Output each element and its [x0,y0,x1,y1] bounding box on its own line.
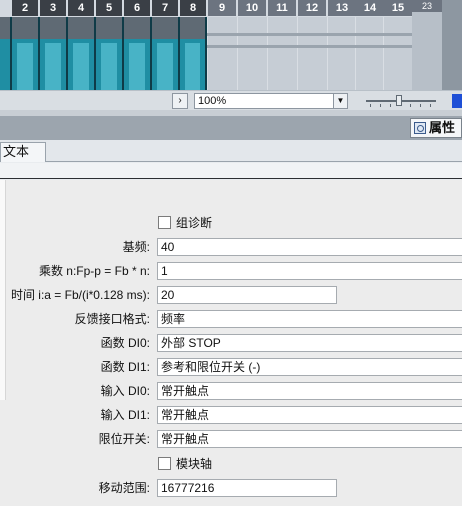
zoom-tick [380,104,381,107]
module-slot-7[interactable] [152,17,180,90]
slot-header-10[interactable]: 10 [238,0,266,16]
rack-rail-top [207,33,412,36]
empty-slot-13[interactable] [327,17,355,90]
slot-header-3[interactable]: 3 [40,0,66,16]
module-slot-1[interactable] [0,17,12,90]
input-di0-label: 输入 DI0: [100,384,150,398]
limit-switch-label: 限位开关: [98,432,150,446]
tab-properties-label: 属性 [429,120,456,135]
slot-header-9[interactable]: 9 [208,0,236,16]
tab-texts[interactable]: 文本 [0,142,46,162]
module-slot-6[interactable] [124,17,152,90]
empty-slot-14[interactable] [355,17,383,90]
device-rack-view: 2 3 4 5 6 7 8 9 10 11 12 13 14 15 23 [0,0,462,90]
base-frequency-field[interactable]: 40 [157,238,462,256]
zoom-slider-thumb[interactable] [396,95,402,106]
empty-slot-15[interactable] [383,17,412,90]
slot-header-2[interactable]: 2 [12,0,38,16]
slot-header-6[interactable]: 6 [124,0,150,16]
time-field[interactable]: 20 [157,286,337,304]
chevron-down-icon[interactable]: ▼ [333,94,347,108]
slot-header-13[interactable]: 13 [328,0,356,16]
group-diagnostics-checkbox[interactable]: 组诊断 [158,214,212,230]
zoom-tick [410,104,411,107]
input-di1-label: 输入 DI1: [100,408,150,422]
slot-header-11[interactable]: 11 [268,0,296,16]
travel-range-field[interactable]: 16777216 [157,479,337,497]
module-slot-2[interactable] [12,17,40,90]
module-slot-5[interactable] [96,17,124,90]
input-di0-dropdown[interactable]: 常开触点 [157,382,462,400]
input-di1-dropdown[interactable]: 常开触点 [157,406,462,424]
module-axis-checkbox[interactable]: 模块轴 [158,455,212,471]
travel-range-label: 移动范围: [98,481,150,495]
function-di0-label: 函数 DI0: [100,336,150,350]
tab-properties[interactable]: 属性 [410,118,462,138]
slot-header-8[interactable]: 8 [180,0,206,16]
zoom-tick [430,104,431,107]
empty-slot-10[interactable] [237,17,267,90]
multiplier-field[interactable]: 1 [157,262,462,280]
zoom-dropdown[interactable]: 100% ▼ [194,93,348,109]
slot-header-23[interactable]: 23 [412,0,442,12]
slot-header-15[interactable]: 15 [384,0,412,16]
feedback-format-dropdown[interactable]: 频率 [157,310,462,328]
inspector-header: 属性 [0,116,462,140]
function-di0-dropdown[interactable]: 外部 STOP [157,334,462,352]
zoom-tick [370,104,371,107]
scroll-right-button[interactable]: › [172,93,188,109]
rack-scroll-area [442,0,462,90]
slot-header-12[interactable]: 12 [298,0,326,16]
group-diagnostics-label: 组诊断 [176,215,213,230]
base-frequency-label: 基频: [122,240,150,254]
network-view-icon[interactable] [452,94,462,108]
tab-texts-label: 文本 [3,144,30,159]
rack-rail-bottom [207,45,412,48]
feedback-format-label: 反馈接口格式: [74,312,150,326]
view-toolbar: › 100% ▼ [0,90,462,110]
inspector-sub-bar [0,163,462,179]
multiplier-label: 乘数 n:Fp-p = Fb * n: [38,264,150,278]
module-slot-3[interactable] [40,17,68,90]
properties-icon [414,122,426,134]
zoom-value: 100% [198,95,227,107]
inspector-tab-row: 文本 [0,140,462,162]
slot-header-7[interactable]: 7 [152,0,178,16]
empty-slot-9[interactable] [207,17,237,90]
limit-switch-dropdown[interactable]: 常开触点 [157,430,462,448]
module-slot-4[interactable] [68,17,96,90]
empty-slot-23[interactable] [412,0,442,90]
slot-header-5[interactable]: 5 [96,0,122,16]
module-axis-label: 模块轴 [176,456,213,471]
module-slot-8[interactable] [180,17,207,90]
slot-header-4[interactable]: 4 [68,0,94,16]
zoom-tick [390,104,391,107]
navigation-tree-edge [0,180,6,400]
function-di1-dropdown[interactable]: 参考和限位开关 (-) [157,358,462,376]
function-di1-label: 函数 DI1: [100,360,150,374]
checkbox-icon[interactable] [158,215,171,229]
checkbox-icon[interactable] [158,456,171,470]
time-label: 时间 i:a = Fb/(i*0.128 ms): [10,288,150,302]
empty-slot-12[interactable] [297,17,327,90]
zoom-tick [420,104,421,107]
empty-slot-11[interactable] [267,17,297,90]
slot-header-14[interactable]: 14 [356,0,384,16]
